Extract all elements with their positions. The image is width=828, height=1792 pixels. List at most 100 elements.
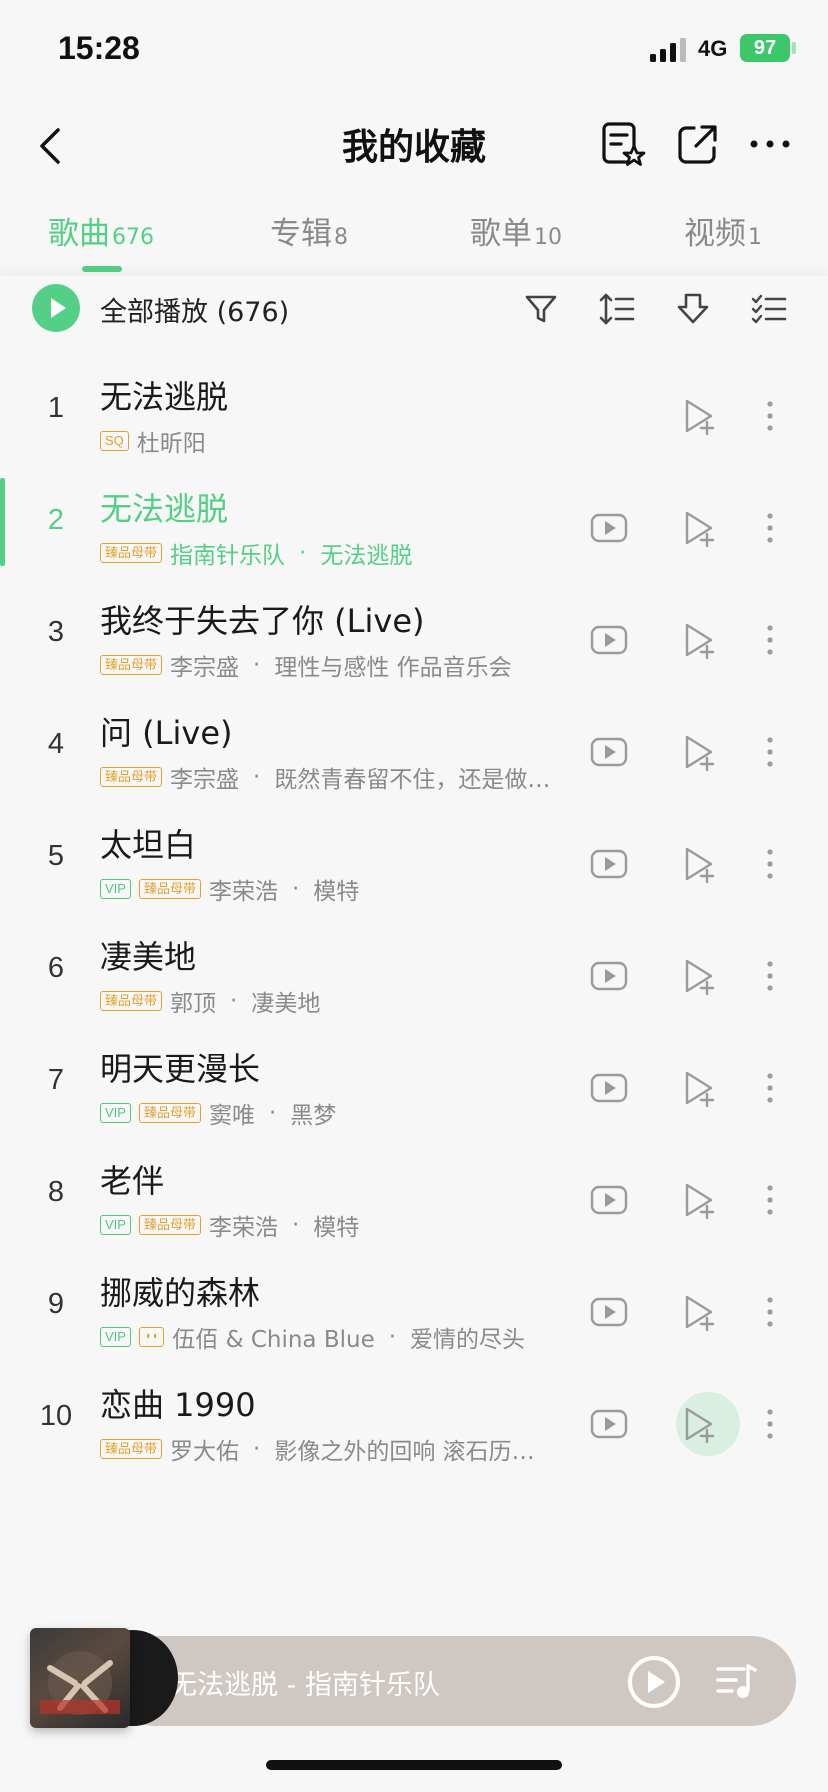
song-more-icon[interactable] xyxy=(755,1404,785,1444)
song-title: 挪威的森林 xyxy=(100,1274,261,1312)
add-to-playlist-icon[interactable] xyxy=(679,844,719,884)
song-title: 问 (Live) xyxy=(100,714,233,752)
song-row[interactable]: 7 明天更漫长 VIP 臻品母带 窦唯 · 黑梦 xyxy=(0,1024,828,1152)
song-row[interactable]: 10 恋曲 1990 臻品母带 罗大佑 · 影像之外的回响 滚石历… xyxy=(0,1360,828,1488)
song-artist: 伍佰 & China Blue xyxy=(172,1327,375,1353)
mv-play-icon[interactable] xyxy=(589,620,629,660)
song-more-icon[interactable] xyxy=(755,1180,785,1220)
add-to-playlist-icon[interactable] xyxy=(679,1404,719,1444)
add-to-playlist-icon[interactable] xyxy=(679,396,719,436)
song-meta: 臻品母带 罗大佑 · 影像之外的回响 滚石历… xyxy=(100,1434,535,1465)
add-to-playlist-icon[interactable] xyxy=(679,956,719,996)
play-all-label[interactable]: 全部播放 (676) xyxy=(100,290,289,329)
song-index: 6 xyxy=(47,952,65,984)
song-row[interactable]: 1 无法逃脱 SQ 杜昕阳 xyxy=(0,352,828,480)
song-more-icon[interactable] xyxy=(755,620,785,660)
song-row[interactable]: 9 挪威的森林 VIP ◗◖ 伍佰 & China Blue · 爱情的尽头 xyxy=(0,1248,828,1376)
song-more-icon[interactable] xyxy=(755,396,785,436)
mv-play-icon[interactable] xyxy=(589,732,629,772)
tab-label: 视频 xyxy=(684,216,746,252)
tab-label: 歌曲 xyxy=(48,216,110,252)
song-meta: 臻品母带 郭顶 · 凄美地 xyxy=(100,986,320,1017)
meta-separator: · xyxy=(253,1436,261,1462)
battery-level: 97 xyxy=(753,37,777,59)
tab-videos[interactable]: 视频1 xyxy=(684,208,762,253)
song-index: 5 xyxy=(47,840,65,872)
tab-playlists[interactable]: 歌单10 xyxy=(470,208,562,253)
now-playing-title[interactable]: 无法逃脱 - 指南针乐队 xyxy=(170,1663,440,1702)
song-index: 1 xyxy=(47,392,65,424)
song-artist: 杜昕阳 xyxy=(136,431,206,457)
song-more-icon[interactable] xyxy=(755,732,785,772)
add-to-playlist-icon[interactable] xyxy=(679,620,719,660)
add-to-playlist-icon[interactable] xyxy=(679,1180,719,1220)
mv-play-icon[interactable] xyxy=(589,956,629,996)
song-more-icon[interactable] xyxy=(755,1068,785,1108)
play-all-button[interactable] xyxy=(32,284,80,332)
song-meta: VIP 臻品母带 窦唯 · 黑梦 xyxy=(100,1098,337,1129)
mv-play-icon[interactable] xyxy=(589,1068,629,1108)
tab-label: 歌单 xyxy=(470,216,532,252)
mv-play-icon[interactable] xyxy=(589,1404,629,1444)
song-artist: 指南针乐队 xyxy=(170,543,286,569)
song-row[interactable]: 5 太坦白 VIP 臻品母带 李荣浩 · 模特 xyxy=(0,800,828,928)
master-badge: 臻品母带 xyxy=(138,1103,201,1123)
share-icon[interactable] xyxy=(672,118,724,170)
song-album: 模特 xyxy=(313,1215,360,1241)
song-meta: 臻品母带 指南针乐队 · 无法逃脱 xyxy=(100,538,413,569)
add-to-playlist-icon[interactable] xyxy=(679,1068,719,1108)
song-album: 无法逃脱 xyxy=(320,543,413,569)
sort-icon[interactable] xyxy=(598,290,636,328)
playlist-queue-icon[interactable] xyxy=(714,1660,758,1704)
mv-play-icon[interactable] xyxy=(589,1292,629,1332)
song-more-icon[interactable] xyxy=(755,1292,785,1332)
song-title: 明天更漫长 xyxy=(100,1050,261,1088)
song-title: 老伴 xyxy=(100,1162,165,1200)
song-row[interactable]: 4 问 (Live) 臻品母带 李宗盛 · 既然青春留不住，还是做… xyxy=(0,688,828,816)
favorite-list-icon[interactable] xyxy=(596,118,648,170)
song-title: 无法逃脱 xyxy=(100,378,229,416)
song-index: 4 xyxy=(47,728,65,760)
play-icon[interactable] xyxy=(626,1654,682,1710)
master-badge: 臻品母带 xyxy=(100,655,163,675)
song-row[interactable]: 2 无法逃脱 臻品母带 指南针乐队 · 无法逃脱 xyxy=(0,464,828,592)
tab-count: 676 xyxy=(112,225,154,250)
master-badge: 臻品母带 xyxy=(138,879,201,899)
cellular-signal-icon xyxy=(650,38,686,62)
song-row[interactable]: 6 凄美地 臻品母带 郭顶 · 凄美地 xyxy=(0,912,828,1040)
add-to-playlist-icon[interactable] xyxy=(679,508,719,548)
network-type: 4G xyxy=(698,36,728,61)
song-artist: 李宗盛 xyxy=(170,767,240,793)
mv-play-icon[interactable] xyxy=(589,1180,629,1220)
tab-albums[interactable]: 专辑8 xyxy=(270,208,348,253)
tab-songs[interactable]: 歌曲676 xyxy=(48,208,154,253)
song-meta: 臻品母带 李宗盛 · 既然青春留不住，还是做… xyxy=(100,762,550,793)
mv-play-icon[interactable] xyxy=(589,508,629,548)
song-album: 黑梦 xyxy=(290,1103,337,1129)
song-index: 8 xyxy=(47,1176,65,1208)
multi-select-icon[interactable] xyxy=(750,290,788,328)
mv-play-icon[interactable] xyxy=(589,844,629,884)
album-art-image xyxy=(40,1651,120,1715)
song-more-icon[interactable] xyxy=(755,508,785,548)
song-row[interactable]: 8 老伴 VIP 臻品母带 李荣浩 · 模特 xyxy=(0,1136,828,1264)
tab-count: 8 xyxy=(334,225,348,250)
album-cover[interactable] xyxy=(30,1620,178,1730)
add-to-playlist-icon[interactable] xyxy=(679,732,719,772)
song-row[interactable]: 3 我终于失去了你 (Live) 臻品母带 李宗盛 · 理性与感性 作品音乐会 xyxy=(0,576,828,704)
album-art xyxy=(30,1628,130,1728)
master-badge: 臻品母带 xyxy=(138,1215,201,1235)
song-artist: 郭顶 xyxy=(170,991,217,1017)
collection-tabs: 歌曲676 专辑8 歌单10 视频1 xyxy=(0,200,828,276)
filter-icon[interactable] xyxy=(522,290,560,328)
download-icon[interactable] xyxy=(674,290,712,328)
song-more-icon[interactable] xyxy=(755,956,785,996)
add-to-playlist-icon[interactable] xyxy=(679,1292,719,1332)
meta-separator: · xyxy=(253,764,261,790)
song-title: 无法逃脱 xyxy=(100,490,229,528)
more-options-icon[interactable] xyxy=(744,118,796,170)
vip-badge: VIP xyxy=(100,1215,131,1235)
mini-player[interactable]: 无法逃脱 - 指南针乐队 xyxy=(110,1636,796,1726)
song-more-icon[interactable] xyxy=(755,844,785,884)
master-badge: 臻品母带 xyxy=(100,767,163,787)
